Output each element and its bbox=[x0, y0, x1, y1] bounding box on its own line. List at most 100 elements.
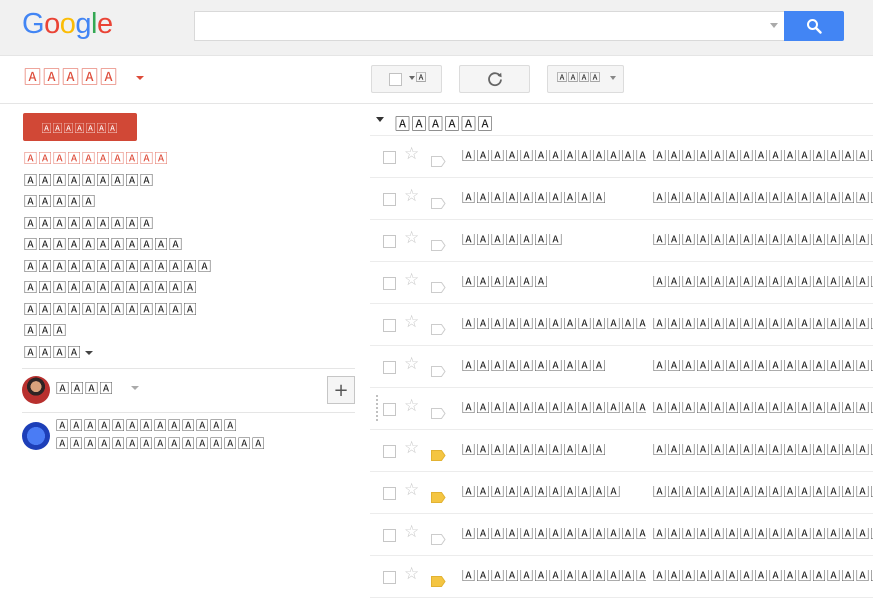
avatar[interactable] bbox=[22, 376, 50, 404]
row-checkbox[interactable] bbox=[383, 445, 396, 458]
divider bbox=[22, 368, 355, 369]
email-row[interactable]: ☆🄰🄰🄰🄰🄰🄰🄰🄰🄰🄰🄰🄰🄰🄰🄰🄰🄰🄰🄰🄰🄰🄰🄰🄰🄰🄰🄰🄰🄰🄰🄰🄰🄰🄰 bbox=[370, 304, 873, 346]
email-sender: 🄰🄰🄰🄰🄰🄰🄰🄰🄰🄰 bbox=[462, 192, 608, 205]
new-conversation-button[interactable]: + bbox=[327, 376, 355, 404]
email-subject: 🄰🄰🄰🄰🄰🄰🄰🄰🄰🄰🄰🄰🄰🄰🄰🄰🄰🄰 bbox=[653, 402, 873, 415]
star-icon[interactable]: ☆ bbox=[404, 524, 419, 541]
row-checkbox[interactable] bbox=[383, 487, 396, 500]
more-actions-button[interactable]: 🄰🄰🄰🄰 bbox=[547, 65, 624, 93]
important-marker-icon[interactable] bbox=[431, 152, 446, 167]
contact-avatar[interactable] bbox=[22, 422, 50, 450]
important-marker-icon[interactable] bbox=[431, 362, 446, 377]
email-row[interactable]: ☆🄰🄰🄰🄰🄰🄰🄰🄰🄰🄰🄰🄰🄰🄰🄰🄰🄰🄰🄰🄰🄰🄰🄰🄰🄰🄰🄰🄰🄰🄰🄰🄰🄰🄰 bbox=[370, 514, 873, 556]
email-subject: 🄰🄰🄰🄰🄰🄰🄰🄰🄰🄰🄰🄰🄰🄰🄰🄰🄰🄰 bbox=[653, 444, 873, 457]
sidebar-item[interactable]: 🄰🄰🄰 bbox=[24, 321, 344, 343]
hangouts-user-name[interactable]: 🄰🄰🄰🄰 bbox=[56, 383, 114, 396]
email-row[interactable]: ☆🄰🄰🄰🄰🄰🄰🄰🄰🄰🄰🄰🄰🄰🄰🄰🄰🄰🄰🄰🄰🄰🄰🄰🄰 bbox=[370, 262, 873, 304]
sidebar-item-label: 🄰🄰🄰🄰🄰🄰🄰🄰🄰🄰🄰🄰 bbox=[24, 302, 199, 318]
logo-letter: g bbox=[75, 8, 91, 40]
search-options-dropdown-icon[interactable] bbox=[770, 23, 778, 28]
star-icon[interactable]: ☆ bbox=[404, 398, 419, 415]
star-icon[interactable]: ☆ bbox=[404, 230, 419, 247]
sidebar-item[interactable]: 🄰🄰🄰🄰🄰🄰🄰🄰🄰🄰 bbox=[24, 149, 344, 171]
chevron-down-icon bbox=[409, 76, 415, 80]
sidebar-item-label: 🄰🄰🄰🄰 bbox=[24, 345, 83, 361]
email-row[interactable]: ☆🄰🄰🄰🄰🄰🄰🄰🄰🄰🄰🄰🄰🄰🄰🄰🄰🄰🄰🄰🄰🄰🄰🄰🄰🄰🄰🄰🄰 bbox=[370, 178, 873, 220]
sidebar-item[interactable]: 🄰🄰🄰🄰🄰🄰🄰🄰🄰🄰🄰 bbox=[24, 235, 344, 257]
compose-button[interactable]: 🄰🄰🄰🄰🄰🄰🄰 bbox=[23, 113, 137, 141]
row-checkbox[interactable] bbox=[383, 151, 396, 164]
collapse-section-icon[interactable] bbox=[376, 117, 384, 122]
email-subject: 🄰🄰🄰🄰🄰🄰🄰🄰🄰🄰🄰🄰🄰🄰🄰🄰🄰🄰 bbox=[653, 318, 873, 331]
sidebar-item[interactable]: 🄰🄰🄰🄰🄰🄰🄰🄰🄰 bbox=[24, 214, 344, 236]
divider bbox=[0, 103, 873, 104]
sidebar-item-label: 🄰🄰🄰🄰🄰🄰🄰🄰🄰🄰🄰🄰🄰 bbox=[24, 259, 213, 275]
chevron-down-icon[interactable] bbox=[136, 76, 144, 80]
sidebar-item-label: 🄰🄰🄰🄰🄰🄰🄰🄰🄰 bbox=[24, 216, 155, 232]
sidebar-item-label: 🄰🄰🄰🄰🄰🄰🄰🄰🄰🄰 bbox=[24, 152, 170, 167]
sidebar-item-label: 🄰🄰🄰🄰🄰🄰🄰🄰🄰🄰🄰🄰 bbox=[24, 281, 199, 296]
email-sender: 🄰🄰🄰🄰🄰🄰🄰🄰🄰🄰🄰🄰🄰🄰🄰🄰 bbox=[462, 402, 646, 415]
row-checkbox[interactable] bbox=[383, 403, 396, 416]
star-icon[interactable]: ☆ bbox=[404, 188, 419, 205]
row-checkbox[interactable] bbox=[383, 319, 396, 332]
refresh-button[interactable] bbox=[459, 65, 530, 93]
sidebar-nav: 🄰🄰🄰🄰🄰🄰🄰🄰🄰🄰 🄰🄰🄰🄰🄰🄰🄰🄰🄰 🄰🄰🄰🄰🄰 🄰🄰🄰🄰🄰🄰🄰🄰🄰 🄰🄰🄰🄰🄰🄰🄰… bbox=[24, 149, 344, 364]
important-marker-icon[interactable] bbox=[431, 530, 446, 545]
row-checkbox[interactable] bbox=[383, 235, 396, 248]
email-row[interactable]: ☆🄰🄰🄰🄰🄰🄰🄰🄰🄰🄰🄰🄰🄰🄰🄰🄰🄰🄰🄰🄰🄰🄰🄰🄰🄰🄰🄰🄰🄰🄰🄰🄰🄰🄰 bbox=[370, 136, 873, 178]
email-row[interactable]: ☆🄰🄰🄰🄰🄰🄰🄰🄰🄰🄰🄰🄰🄰🄰🄰🄰🄰🄰🄰🄰🄰🄰🄰🄰🄰🄰🄰🄰🄰🄰🄰🄰🄰🄰 bbox=[370, 556, 873, 598]
select-all-button[interactable]: 🄰 bbox=[371, 65, 442, 93]
star-icon[interactable]: ☆ bbox=[404, 440, 419, 457]
email-row[interactable]: ☆🄰🄰🄰🄰🄰🄰🄰🄰🄰🄰🄰🄰🄰🄰🄰🄰🄰🄰🄰🄰🄰🄰🄰🄰🄰🄰🄰🄰 bbox=[370, 430, 873, 472]
email-row[interactable]: ☆🄰🄰🄰🄰🄰🄰🄰🄰🄰🄰🄰🄰🄰🄰🄰🄰🄰🄰🄰🄰🄰🄰🄰🄰🄰🄰🄰🄰🄰 bbox=[370, 472, 873, 514]
chevron-down-icon bbox=[85, 351, 94, 355]
star-icon[interactable]: ☆ bbox=[404, 566, 419, 583]
more-label: 🄰🄰🄰🄰 bbox=[557, 73, 601, 84]
email-row[interactable]: ☆🄰🄰🄰🄰🄰🄰🄰🄰🄰🄰🄰🄰🄰🄰🄰🄰🄰🄰🄰🄰🄰🄰🄰🄰🄰 bbox=[370, 220, 873, 262]
important-marker-icon[interactable] bbox=[431, 488, 446, 503]
sidebar-item[interactable]: 🄰🄰🄰🄰🄰🄰🄰🄰🄰🄰🄰🄰 bbox=[24, 300, 344, 322]
plus-icon: + bbox=[333, 379, 349, 401]
sidebar-item[interactable]: 🄰🄰🄰🄰🄰🄰🄰🄰🄰🄰🄰🄰🄰 bbox=[24, 257, 344, 279]
sidebar-item[interactable]: 🄰🄰🄰🄰 bbox=[24, 343, 344, 365]
row-checkbox[interactable] bbox=[383, 193, 396, 206]
logo-letter: o bbox=[59, 8, 76, 40]
search-button[interactable] bbox=[784, 11, 844, 41]
email-subject: 🄰🄰🄰🄰🄰🄰🄰🄰🄰🄰🄰🄰🄰🄰🄰🄰🄰🄰 bbox=[653, 486, 873, 499]
search-input[interactable] bbox=[194, 11, 784, 41]
row-checkbox[interactable] bbox=[383, 361, 396, 374]
important-marker-icon[interactable] bbox=[431, 278, 446, 293]
section-title[interactable]: 🄰🄰🄰🄰🄰🄰 bbox=[395, 113, 494, 134]
star-icon[interactable]: ☆ bbox=[404, 356, 419, 373]
row-checkbox[interactable] bbox=[383, 529, 396, 542]
important-marker-icon[interactable] bbox=[431, 320, 446, 335]
contact-name[interactable]: 🄰🄰🄰🄰🄰🄰🄰🄰🄰🄰🄰🄰🄰 bbox=[56, 419, 238, 433]
important-marker-icon[interactable] bbox=[431, 572, 446, 587]
sidebar-item[interactable]: 🄰🄰🄰🄰🄰🄰🄰🄰🄰🄰🄰🄰 bbox=[24, 278, 344, 300]
logo-letter: G bbox=[22, 8, 45, 40]
sidebar-item[interactable]: 🄰🄰🄰🄰🄰🄰🄰🄰🄰 bbox=[24, 171, 344, 193]
important-marker-icon[interactable] bbox=[431, 404, 446, 419]
important-marker-icon[interactable] bbox=[431, 446, 446, 461]
email-subject: 🄰🄰🄰🄰🄰🄰🄰🄰🄰🄰🄰🄰🄰🄰🄰🄰🄰🄰 bbox=[653, 276, 873, 289]
email-row[interactable]: ☆🄰🄰🄰🄰🄰🄰🄰🄰🄰🄰🄰🄰🄰🄰🄰🄰🄰🄰🄰🄰🄰🄰🄰🄰🄰🄰🄰🄰🄰🄰🄰🄰🄰🄰 bbox=[370, 388, 873, 430]
row-checkbox[interactable] bbox=[383, 571, 396, 584]
row-checkbox[interactable] bbox=[383, 277, 396, 290]
google-logo[interactable]: Google bbox=[22, 8, 113, 41]
chevron-down-icon[interactable] bbox=[131, 386, 139, 390]
important-marker-icon[interactable] bbox=[431, 236, 446, 251]
star-icon[interactable]: ☆ bbox=[404, 146, 419, 163]
email-subject: 🄰🄰🄰🄰🄰🄰🄰🄰🄰🄰🄰🄰🄰🄰🄰🄰🄰🄰 bbox=[653, 360, 873, 373]
email-row[interactable]: ☆🄰🄰🄰🄰🄰🄰🄰🄰🄰🄰🄰🄰🄰🄰🄰🄰🄰🄰🄰🄰🄰🄰🄰🄰🄰🄰🄰🄰 bbox=[370, 346, 873, 388]
drag-handle[interactable] bbox=[375, 394, 379, 422]
refresh-icon bbox=[487, 72, 502, 87]
search-icon bbox=[807, 19, 822, 34]
star-icon[interactable]: ☆ bbox=[404, 314, 419, 331]
important-marker-icon[interactable] bbox=[431, 194, 446, 209]
star-icon[interactable]: ☆ bbox=[404, 272, 419, 289]
checkbox-icon[interactable] bbox=[389, 73, 402, 86]
star-icon[interactable]: ☆ bbox=[404, 482, 419, 499]
app-switcher-label[interactable]: 🄰🄰🄰🄰🄰 bbox=[24, 70, 119, 87]
sidebar-item[interactable]: 🄰🄰🄰🄰🄰 bbox=[24, 192, 344, 214]
